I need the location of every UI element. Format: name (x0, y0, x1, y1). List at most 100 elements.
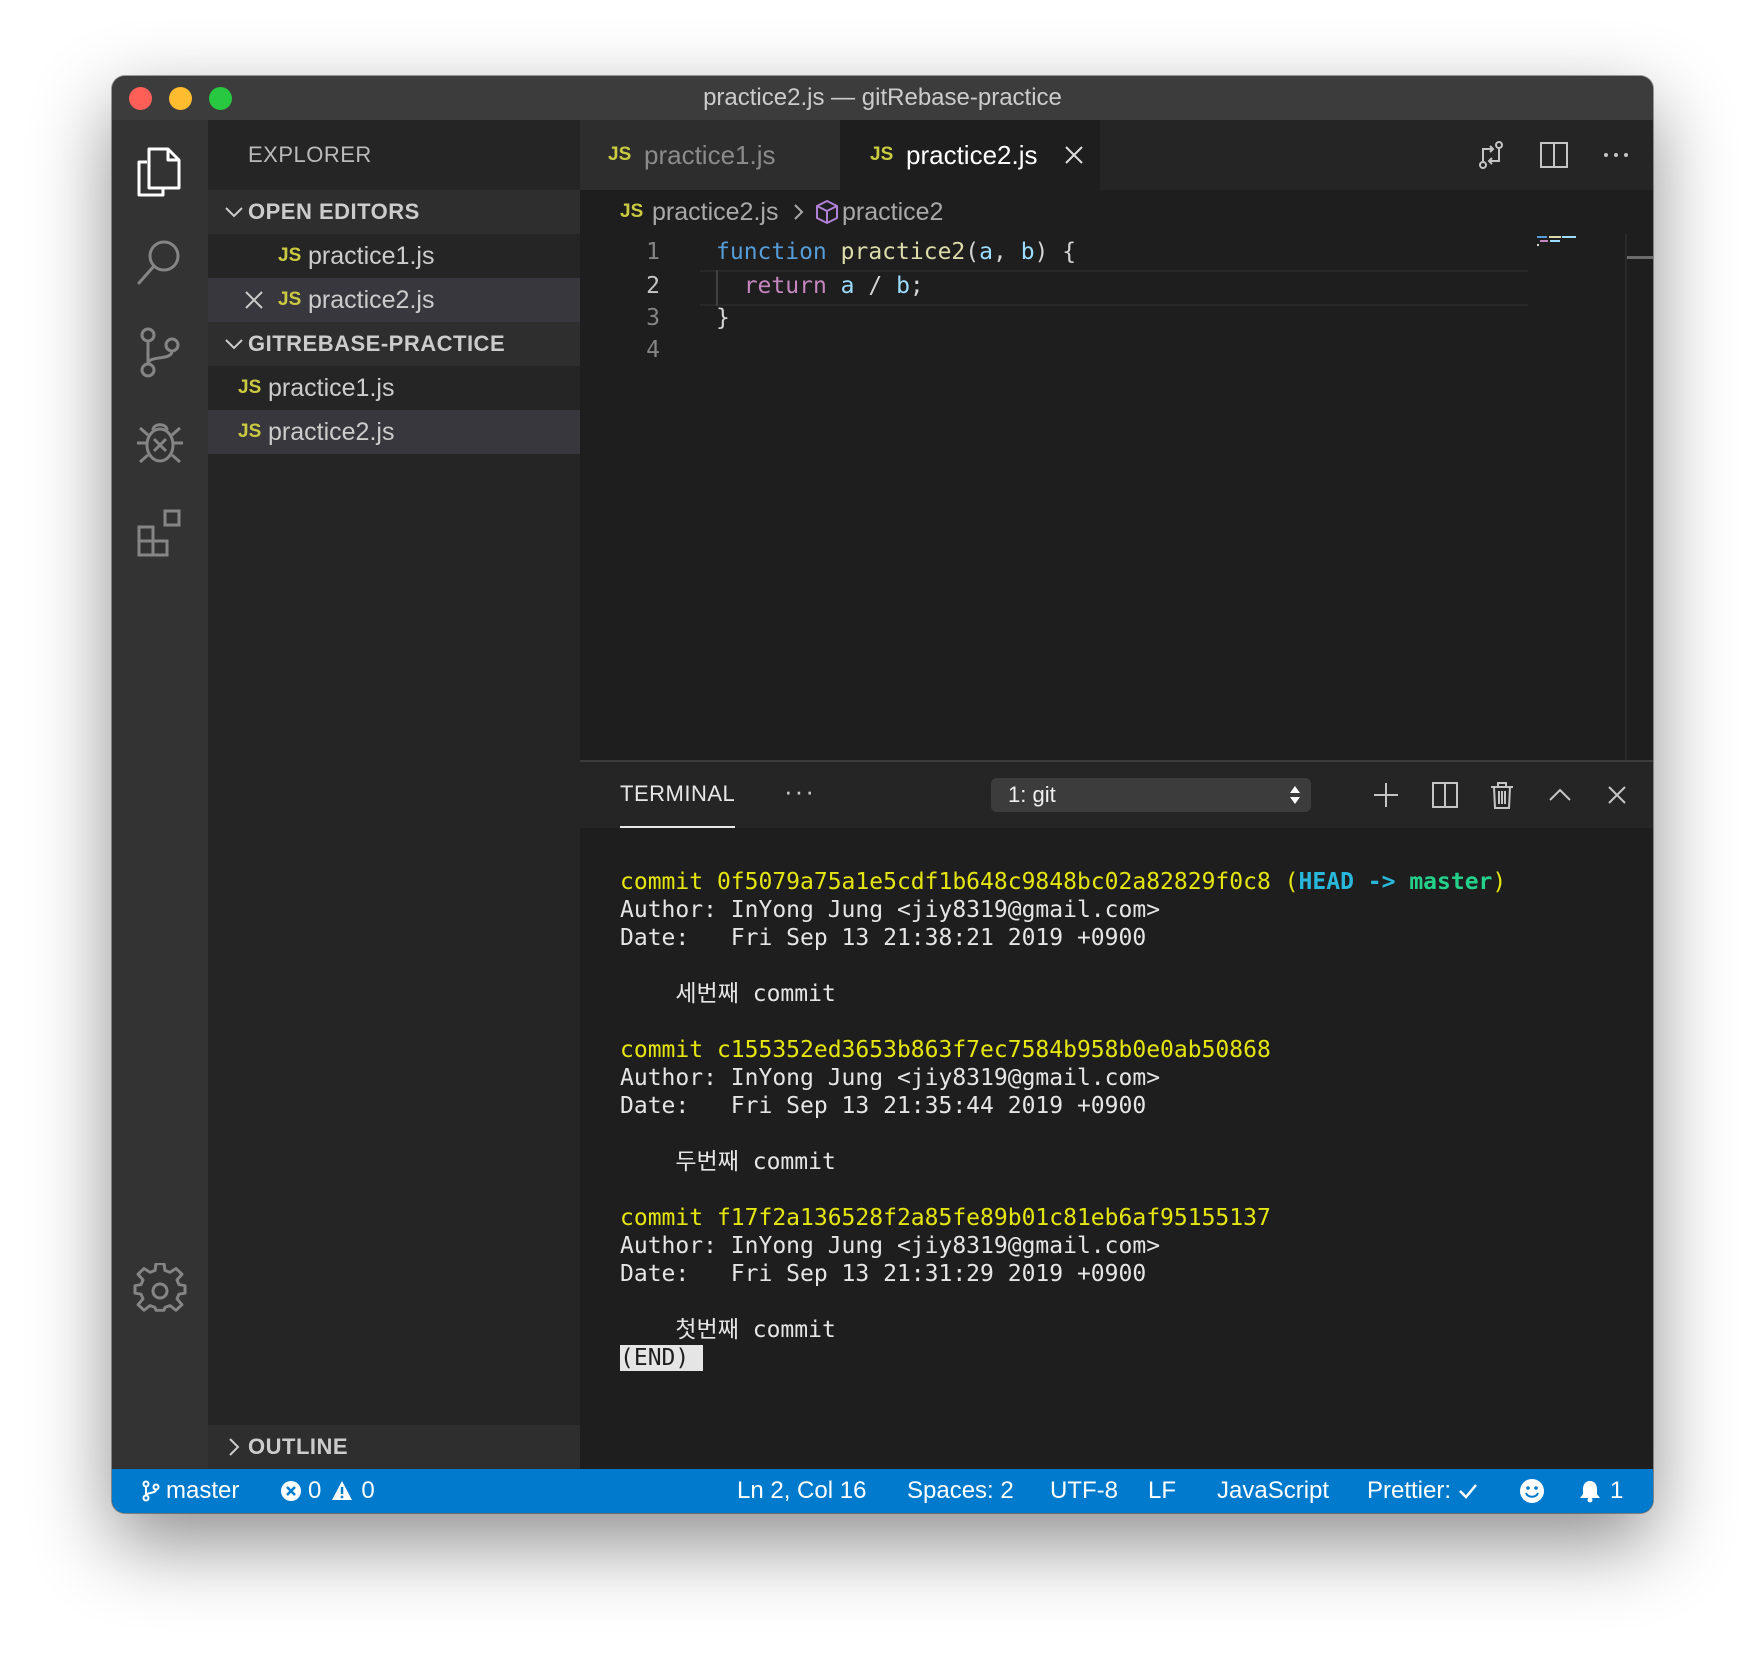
tab-practice2[interactable]: JS practice2.js (840, 120, 1100, 190)
ref-branch: master (1409, 869, 1493, 895)
branch-status[interactable]: master (140, 1469, 239, 1513)
notification-count: 1 (1610, 1477, 1624, 1504)
ref-paren: ) (1492, 869, 1507, 895)
close-icon[interactable] (1599, 777, 1635, 813)
open-editor-item-practice1[interactable]: JS practice1.js (208, 234, 580, 278)
chevron-up-icon[interactable] (1542, 777, 1578, 813)
terminal-line: Author: InYong Jung <jiy8319@gmail.com> (620, 1233, 1161, 1259)
minimap[interactable] (1535, 234, 1635, 254)
feedback-status[interactable] (1519, 1469, 1545, 1513)
line-number: 2 (646, 273, 660, 299)
breadcrumb: JS practice2.js practice2 (580, 190, 1653, 234)
var-a: a (840, 273, 855, 299)
problems-status[interactable]: 0 0 (280, 1469, 375, 1513)
commit-hash: c155352ed3653b863f7ec7584b958b0e0ab50868 (716, 1037, 1271, 1063)
debug-activity-button[interactable] (112, 394, 208, 490)
select-arrows-icon (1290, 786, 1300, 804)
editor-scrollbar-track[interactable] (1625, 234, 1627, 760)
keyword-return: return (743, 273, 827, 299)
js-file-icon: JS (608, 144, 632, 165)
manage-activity-button[interactable] (112, 1242, 208, 1338)
file-item-practice2[interactable]: JS practice2.js (208, 410, 580, 454)
code-line: return a / b; (716, 268, 924, 304)
git-branch-icon (142, 1480, 160, 1502)
open-editor-item-label: practice2.js (308, 286, 435, 314)
close-icon[interactable] (1062, 143, 1086, 167)
punct: , (992, 239, 1021, 265)
commit-hash: 0f5079a75a1e5cdf1b648c9848bc02a82829f0c8 (716, 869, 1271, 895)
explorer-activity-button[interactable] (112, 124, 208, 220)
split-editor-icon[interactable] (1536, 137, 1572, 173)
code-line: function practice2(a, b) { (716, 234, 1076, 270)
tab-label: practice2.js (906, 140, 1038, 170)
notifications-status[interactable]: 1 (1578, 1469, 1623, 1513)
split-terminal-icon[interactable] (1427, 777, 1463, 813)
breadcrumb-symbol[interactable]: practice2 (842, 190, 943, 234)
window-title: practice2.js — gitRebase-practice (703, 84, 1062, 111)
chevron-right-icon (229, 1438, 240, 1456)
gear-icon (133, 1263, 187, 1312)
check-icon (1459, 1484, 1477, 1499)
open-editors-section-header[interactable]: OPEN EDITORS (208, 190, 580, 234)
error-icon (281, 1481, 301, 1501)
terminal-line: Author: InYong Jung <jiy8319@gmail.com> (620, 1065, 1161, 1091)
open-changes-icon[interactable] (1473, 137, 1509, 173)
file-item-label: practice2.js (268, 418, 395, 446)
cursor-position-status[interactable]: Ln 2, Col 16 (737, 1469, 866, 1513)
file-item-practice1[interactable]: JS practice1.js (208, 366, 580, 410)
source-control-icon (140, 327, 180, 378)
editor-group: JS practice1.js JS practice2.js JS pract… (580, 120, 1653, 760)
terminal-selector-value: 1: git (1008, 782, 1056, 807)
terminal-output[interactable]: commit 0f5079a75a1e5cdf1b648c9848bc02a82… (620, 868, 1640, 1372)
symbol-method-icon (816, 200, 838, 224)
debug-icon (137, 423, 183, 464)
extensions-icon (137, 509, 181, 557)
commit-label: commit (620, 1037, 717, 1063)
open-editor-item-label: practice1.js (308, 242, 435, 270)
prettier-status[interactable]: Prettier: (1367, 1469, 1479, 1513)
eol-status[interactable]: LF (1148, 1469, 1176, 1513)
outline-label: OUTLINE (248, 1434, 349, 1459)
function-name: practice2 (840, 239, 966, 265)
encoding-status[interactable]: UTF-8 (1050, 1469, 1118, 1513)
tab-practice1[interactable]: JS practice1.js (580, 120, 840, 190)
language-status[interactable]: JavaScript (1217, 1469, 1329, 1513)
chevron-down-icon (225, 339, 243, 350)
code-editor[interactable]: 1 2 3 4 function practice2(a, b) { retur… (580, 234, 1653, 760)
commit-label: commit (620, 869, 717, 895)
chevron-down-icon (225, 207, 243, 218)
open-editor-item-practice2[interactable]: JS practice2.js (208, 278, 580, 322)
sidebar-title: EXPLORER (248, 142, 372, 167)
tab-label: practice1.js (644, 140, 776, 170)
panel-more-button[interactable]: ··· (784, 762, 816, 828)
open-editors-label: OPEN EDITORS (248, 199, 420, 224)
extensions-activity-button[interactable] (112, 484, 208, 580)
project-section-header[interactable]: GITREBASE-PRACTICE (208, 322, 580, 366)
trash-icon[interactable] (1484, 777, 1520, 813)
js-file-icon: JS (278, 289, 302, 310)
plus-icon[interactable] (1368, 777, 1404, 813)
param-b: b (1020, 239, 1035, 265)
editor-scrollbar-thumb[interactable] (1627, 256, 1653, 259)
search-activity-button[interactable] (112, 214, 208, 310)
source-control-activity-button[interactable] (112, 304, 208, 400)
tab-terminal[interactable]: TERMINAL (620, 762, 736, 828)
punct: ( (965, 239, 980, 265)
prettier-label: Prettier: (1367, 1477, 1452, 1504)
ref-paren: ( (1270, 869, 1299, 895)
commit-hash: f17f2a136528f2a85fe89b01c81eb6af95155137 (716, 1205, 1271, 1231)
close-icon[interactable] (242, 288, 266, 312)
warning-icon (332, 1481, 353, 1500)
operator: / (854, 273, 897, 299)
breadcrumb-file[interactable]: practice2.js (652, 190, 778, 234)
outline-section-header[interactable]: OUTLINE (208, 1425, 580, 1469)
error-count: 0 (308, 1477, 322, 1504)
indentation-status[interactable]: Spaces: 2 (907, 1469, 1014, 1513)
terminal-line: Date: Fri Sep 13 21:35:44 2019 +0900 (620, 1093, 1147, 1119)
more-actions-icon[interactable] (1598, 137, 1634, 173)
terminal-line: (END) (620, 1344, 1640, 1372)
terminal-selector[interactable]: 1: git (991, 778, 1311, 812)
